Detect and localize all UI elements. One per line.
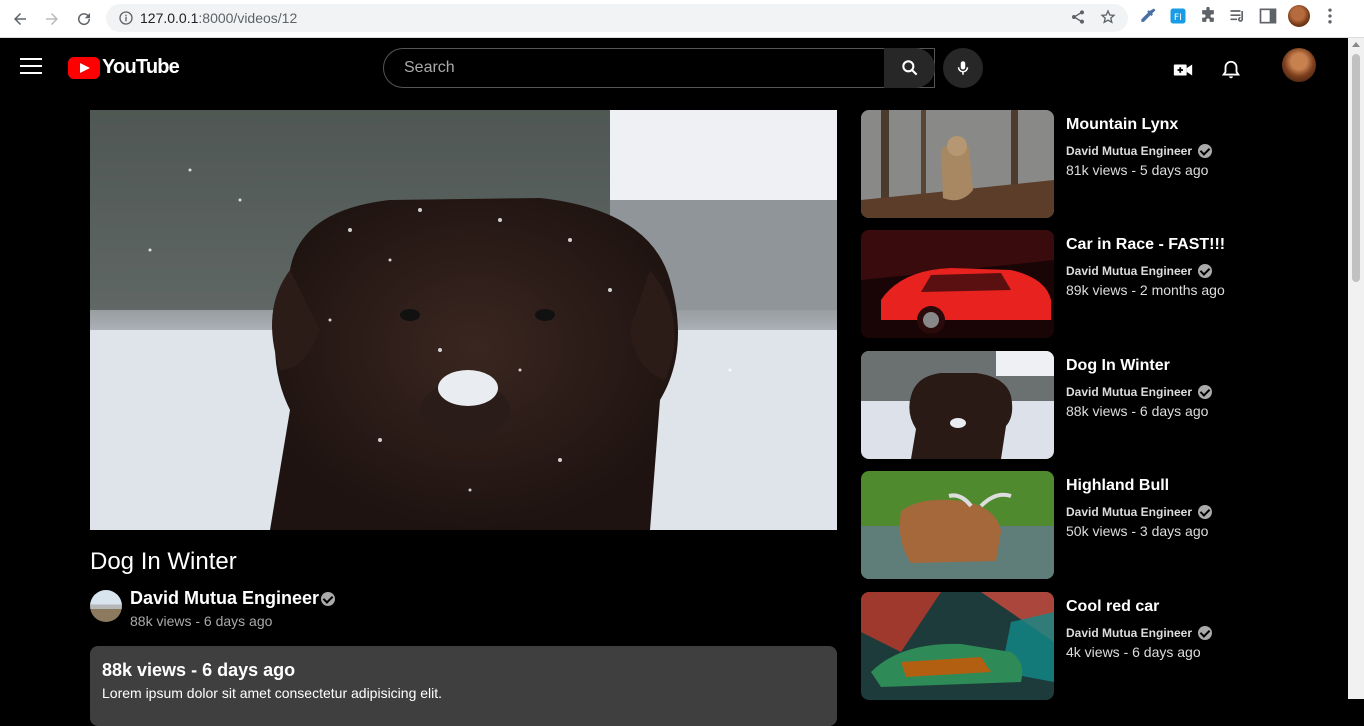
related-video-channel[interactable]: David Mutua Engineer [1066, 505, 1213, 519]
play-logo-icon [68, 56, 100, 79]
related-video-title[interactable]: Car in Race - FAST!!! [1066, 236, 1225, 254]
related-video-channel[interactable]: David Mutua Engineer [1066, 264, 1225, 278]
url-host: 127.0.0.1 [140, 10, 199, 26]
related-video-title[interactable]: Dog In Winter [1066, 357, 1212, 375]
mic-icon [957, 61, 969, 75]
related-video-item[interactable]: Car in Race - FAST!!! David Mutua Engine… [861, 230, 1331, 338]
media-queue-icon[interactable] [1228, 6, 1248, 26]
channel-name-text: David Mutua Engineer [130, 588, 320, 608]
url-text: 127.0.0.1:8000/videos/12 [140, 10, 297, 26]
search-icon [901, 60, 917, 76]
yt-header: YouTube [0, 38, 1348, 98]
video-thumbnail[interactable] [861, 471, 1054, 579]
address-bar[interactable]: 127.0.0.1:8000/videos/12 [106, 4, 1128, 32]
related-video-text: Highland Bull David Mutua Engineer 50k v… [1066, 477, 1213, 539]
channel-row: David Mutua Engineer 88k views - 6 days … [90, 588, 336, 629]
description-panel[interactable]: 88k views - 6 days ago Lorem ipsum dolor… [90, 646, 837, 726]
related-video-channel[interactable]: David Mutua Engineer [1066, 626, 1213, 640]
extensions-bar: FI [1138, 5, 1340, 27]
video-thumbnail[interactable] [861, 230, 1054, 338]
verified-check-icon [1198, 505, 1213, 519]
related-video-item[interactable]: Highland Bull David Mutua Engineer 50k v… [861, 471, 1331, 579]
video-meta: 88k views - 6 days ago [130, 613, 273, 629]
profile-avatar[interactable] [1288, 5, 1310, 27]
related-video-text: Dog In Winter David Mutua Engineer 88k v… [1066, 357, 1213, 419]
share-icon[interactable] [1070, 9, 1086, 25]
thumbnail-lynx [861, 110, 1054, 218]
svg-text:FI: FI [1174, 12, 1182, 23]
related-video-meta: 50k views - 3 days ago [1066, 523, 1209, 539]
related-video-item[interactable]: Mountain Lynx David Mutua Engineer 81k v… [861, 110, 1331, 218]
create-video-icon[interactable] [1172, 59, 1194, 81]
related-video-item[interactable]: Cool red car David Mutua Engineer 4k vie… [861, 592, 1331, 700]
related-video-channel[interactable]: David Mutua Engineer [1066, 385, 1213, 399]
user-avatar[interactable] [1282, 48, 1316, 82]
star-icon[interactable] [1100, 9, 1116, 25]
side-panel-icon[interactable] [1258, 6, 1278, 26]
reload-button[interactable] [68, 3, 100, 35]
verified-check-icon [1198, 626, 1213, 640]
info-icon[interactable] [118, 10, 134, 26]
more-vert-icon[interactable] [1320, 6, 1340, 26]
eyedropper-icon[interactable] [1138, 6, 1158, 26]
search-box [383, 48, 935, 88]
menu-icon[interactable] [20, 58, 42, 76]
related-video-text: Mountain Lynx David Mutua Engineer 81k v… [1066, 116, 1213, 178]
video-frame-dog [90, 110, 837, 530]
related-video-text: Car in Race - FAST!!! David Mutua Engine… [1066, 236, 1225, 298]
thumbnail-highland-bull [861, 471, 1054, 579]
browser-toolbar: 127.0.0.1:8000/videos/12 FI [0, 0, 1364, 38]
verified-check-icon [321, 591, 336, 606]
related-video-meta: 4k views - 6 days ago [1066, 644, 1201, 660]
related-video-meta: 88k views - 6 days ago [1066, 403, 1209, 419]
url-path: :8000/videos/12 [198, 10, 298, 26]
related-channel-text: David Mutua Engineer [1066, 505, 1193, 519]
page-scrollbar[interactable] [1348, 38, 1364, 699]
related-channel-text: David Mutua Engineer [1066, 385, 1193, 399]
related-channel-text: David Mutua Engineer [1066, 626, 1193, 640]
related-video-title[interactable]: Highland Bull [1066, 477, 1212, 495]
youtube-logo[interactable]: YouTube [68, 56, 180, 79]
channel-name[interactable]: David Mutua Engineer [130, 588, 336, 609]
thumbnail-dog [861, 351, 1054, 459]
reload-icon [78, 13, 91, 26]
search-button[interactable] [884, 48, 935, 88]
thumbnail-red-car [861, 230, 1054, 338]
related-video-title[interactable]: Mountain Lynx [1066, 116, 1212, 134]
scroll-up-arrow-icon[interactable] [1352, 42, 1360, 47]
thumbnail-cool-red-car [861, 592, 1054, 700]
related-video-meta: 81k views - 5 days ago [1066, 162, 1209, 178]
back-button[interactable] [4, 3, 36, 35]
video-title: Dog In Winter [90, 548, 237, 575]
video-thumbnail[interactable] [861, 592, 1054, 700]
related-channel-text: David Mutua Engineer [1066, 264, 1193, 278]
extension-fi-icon[interactable]: FI [1168, 6, 1188, 26]
verified-check-icon [1198, 264, 1213, 278]
verified-check-icon [1198, 385, 1213, 399]
related-video-title[interactable]: Cool red car [1066, 598, 1212, 616]
description-stats: 88k views - 6 days ago [102, 660, 296, 680]
bell-icon[interactable] [1220, 59, 1242, 81]
related-video-meta: 89k views - 2 months ago [1066, 282, 1225, 298]
arrow-right-icon [46, 13, 58, 25]
puzzle-icon[interactable] [1198, 6, 1218, 26]
channel-avatar[interactable] [90, 590, 122, 622]
video-thumbnail[interactable] [861, 351, 1054, 459]
voice-search-button[interactable] [943, 48, 983, 88]
verified-check-icon [1198, 144, 1213, 158]
channel-info: David Mutua Engineer 88k views - 6 days … [130, 588, 336, 629]
scrollbar-thumb[interactable] [1352, 54, 1360, 282]
related-video-channel[interactable]: David Mutua Engineer [1066, 144, 1213, 158]
related-video-text: Cool red car David Mutua Engineer 4k vie… [1066, 598, 1213, 660]
video-player[interactable] [90, 110, 837, 530]
logo-text: YouTube [102, 56, 180, 78]
forward-button[interactable] [36, 3, 68, 35]
arrow-left-icon [14, 13, 26, 25]
search-input[interactable] [404, 59, 934, 77]
video-thumbnail[interactable] [861, 110, 1054, 218]
related-video-item[interactable]: Dog In Winter David Mutua Engineer 88k v… [861, 351, 1331, 459]
related-channel-text: David Mutua Engineer [1066, 144, 1193, 158]
